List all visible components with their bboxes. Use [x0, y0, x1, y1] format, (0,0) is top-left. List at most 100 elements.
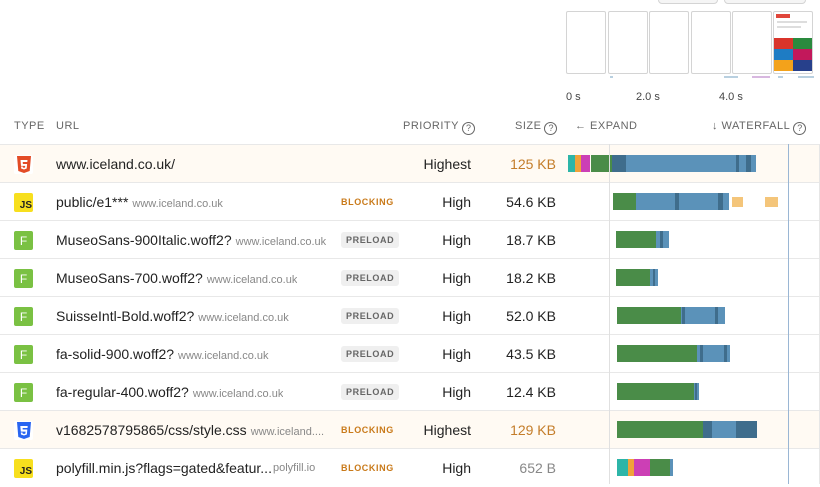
- download-segment: [681, 307, 725, 324]
- ttfb-segment: [617, 421, 703, 438]
- ttfb-segment: [613, 193, 636, 210]
- html5-icon: [14, 155, 33, 174]
- font-icon: F: [14, 383, 33, 402]
- request-url[interactable]: polyfill.min.js?flags=gated&featur...: [56, 460, 272, 476]
- blocking-badge: BLOCKING: [341, 197, 394, 207]
- request-domain: www.iceland.co.uk: [132, 198, 223, 210]
- filmstrip-control-button[interactable]: [724, 0, 806, 4]
- download-chunk: [700, 345, 703, 362]
- request-row[interactable]: F fa-regular-400.woff2? www.iceland.co.uk…: [0, 372, 820, 411]
- request-url-path: fa-regular-400.woff2?: [56, 384, 189, 400]
- blocking-badge: BLOCKING: [341, 425, 394, 435]
- waterfall-bar[interactable]: [560, 335, 820, 373]
- waterfall-bar[interactable]: [560, 221, 820, 259]
- help-icon[interactable]: ?: [793, 122, 807, 135]
- filmstrip-frame[interactable]: [566, 11, 606, 74]
- header-priority-label: PRIORITY: [403, 120, 459, 132]
- request-priority: High: [442, 194, 471, 210]
- filmstrip-frame[interactable]: [691, 11, 731, 74]
- download-chunk: [612, 155, 626, 172]
- request-domain: www.iceland.co.uk: [192, 388, 284, 400]
- filmstrip-frame[interactable]: [608, 11, 648, 74]
- waterfall-bar[interactable]: [560, 183, 820, 221]
- download-chunk: [736, 421, 757, 438]
- request-row[interactable]: F MuseoSans-700.woff2? www.iceland.co.uk …: [0, 258, 820, 297]
- request-size: 52.0 KB: [506, 308, 556, 324]
- preload-badge: PRELOAD: [341, 232, 400, 248]
- request-row[interactable]: F SuisseIntl-Bold.woff2? www.iceland.co.u…: [0, 296, 820, 335]
- header-url[interactable]: URL: [56, 120, 80, 132]
- request-url[interactable]: SuisseIntl-Bold.woff2? www.iceland.co.uk: [56, 308, 289, 324]
- filmstrip-frame-rendered[interactable]: [773, 11, 813, 74]
- request-row[interactable]: www.iceland.co.uk/ Highest 125 KB: [0, 144, 820, 183]
- header-size[interactable]: SIZE?: [515, 120, 558, 135]
- font-icon: F: [14, 269, 33, 288]
- request-url-path: www.iceland.co.uk/: [56, 156, 176, 172]
- request-size: 43.5 KB: [506, 346, 556, 362]
- request-url[interactable]: MuseoSans-900Italic.woff2? www.iceland.co…: [56, 232, 326, 248]
- waterfall-bar[interactable]: [560, 297, 820, 335]
- ttfb-segment: [617, 383, 694, 400]
- header-waterfall[interactable]: ↓ WATERFALL?: [712, 120, 807, 135]
- request-priority: Highest: [423, 156, 471, 172]
- waterfall-bar[interactable]: [560, 145, 820, 183]
- preload-badge: PRELOAD: [341, 270, 400, 286]
- waterfall-bar[interactable]: [560, 373, 820, 411]
- load-event-marker: [788, 144, 789, 484]
- download-chunk: [746, 155, 751, 172]
- download-chunk: [682, 307, 685, 324]
- header-size-label: SIZE: [515, 120, 542, 132]
- request-row[interactable]: F fa-solid-900.woff2? www.iceland.co.uk P…: [0, 334, 820, 373]
- request-url-path: polyfill.min.js?flags=gated&featur...: [56, 460, 272, 476]
- header-type[interactable]: TYPE: [14, 120, 45, 132]
- execution-segment: [765, 197, 778, 207]
- filmstrip-frame[interactable]: [649, 11, 689, 74]
- download-segment: [670, 459, 673, 476]
- request-url-path: fa-solid-900.woff2?: [56, 346, 175, 362]
- download-chunk: [724, 345, 727, 362]
- waterfall-bar[interactable]: [560, 411, 820, 449]
- request-url[interactable]: MuseoSans-700.woff2? www.iceland.co.uk: [56, 270, 297, 286]
- ssl-segment: [581, 155, 590, 172]
- filmstrip: 0 s 2.0 s 4.0 s: [566, 0, 820, 110]
- css3-icon: [14, 421, 33, 440]
- preload-badge: PRELOAD: [341, 346, 400, 362]
- font-icon: F: [14, 345, 33, 364]
- javascript-icon: JS: [14, 193, 33, 212]
- request-url[interactable]: fa-regular-400.woff2? www.iceland.co.uk: [56, 384, 283, 400]
- expand-button[interactable]: ← EXPAND: [575, 120, 637, 132]
- request-url-path: SuisseIntl-Bold.woff2?: [56, 308, 195, 324]
- request-priority: High: [442, 384, 471, 400]
- ttfb-segment: [616, 269, 650, 286]
- ttfb-segment: [617, 345, 697, 362]
- help-icon[interactable]: ?: [544, 122, 558, 135]
- request-url-path: MuseoSans-900Italic.woff2?: [56, 232, 232, 248]
- request-url[interactable]: www.iceland.co.uk/: [56, 156, 175, 172]
- request-domain: polyfill.io: [273, 462, 316, 474]
- header-priority[interactable]: PRIORITY?: [403, 120, 475, 135]
- request-size: 125 KB: [510, 156, 556, 172]
- ssl-segment: [634, 459, 650, 476]
- request-url[interactable]: public/e1*** www.iceland.co.uk: [56, 194, 223, 210]
- waterfall-bar[interactable]: [560, 449, 820, 487]
- request-row[interactable]: JS polyfill.min.js?flags=gated&featur...…: [0, 448, 820, 487]
- request-priority: High: [442, 308, 471, 324]
- request-url[interactable]: v1682578795865/css/style.css www.iceland.…: [56, 422, 324, 438]
- help-icon[interactable]: ?: [461, 122, 475, 135]
- request-size: 652 B: [519, 460, 556, 476]
- execution-segment: [732, 197, 743, 207]
- dns-segment: [617, 459, 628, 476]
- request-domain: www.iceland.co.uk: [178, 350, 269, 362]
- request-size: 18.2 KB: [506, 270, 556, 286]
- download-chunk: [695, 383, 697, 400]
- waterfall-bar[interactable]: [560, 259, 820, 297]
- request-row[interactable]: F MuseoSans-900Italic.woff2? www.iceland.…: [0, 220, 820, 259]
- request-row[interactable]: v1682578795865/css/style.css www.iceland.…: [0, 410, 820, 449]
- request-url[interactable]: fa-solid-900.woff2? www.iceland.co.uk: [56, 346, 269, 362]
- request-size: 12.4 KB: [506, 384, 556, 400]
- time-tick: 4.0 s: [719, 91, 743, 103]
- request-row[interactable]: JS public/e1*** www.iceland.co.uk BLOCKIN…: [0, 182, 820, 221]
- filmstrip-frame[interactable]: [732, 11, 772, 74]
- filmstrip-control-button[interactable]: [658, 0, 718, 4]
- download-chunk: [675, 193, 679, 210]
